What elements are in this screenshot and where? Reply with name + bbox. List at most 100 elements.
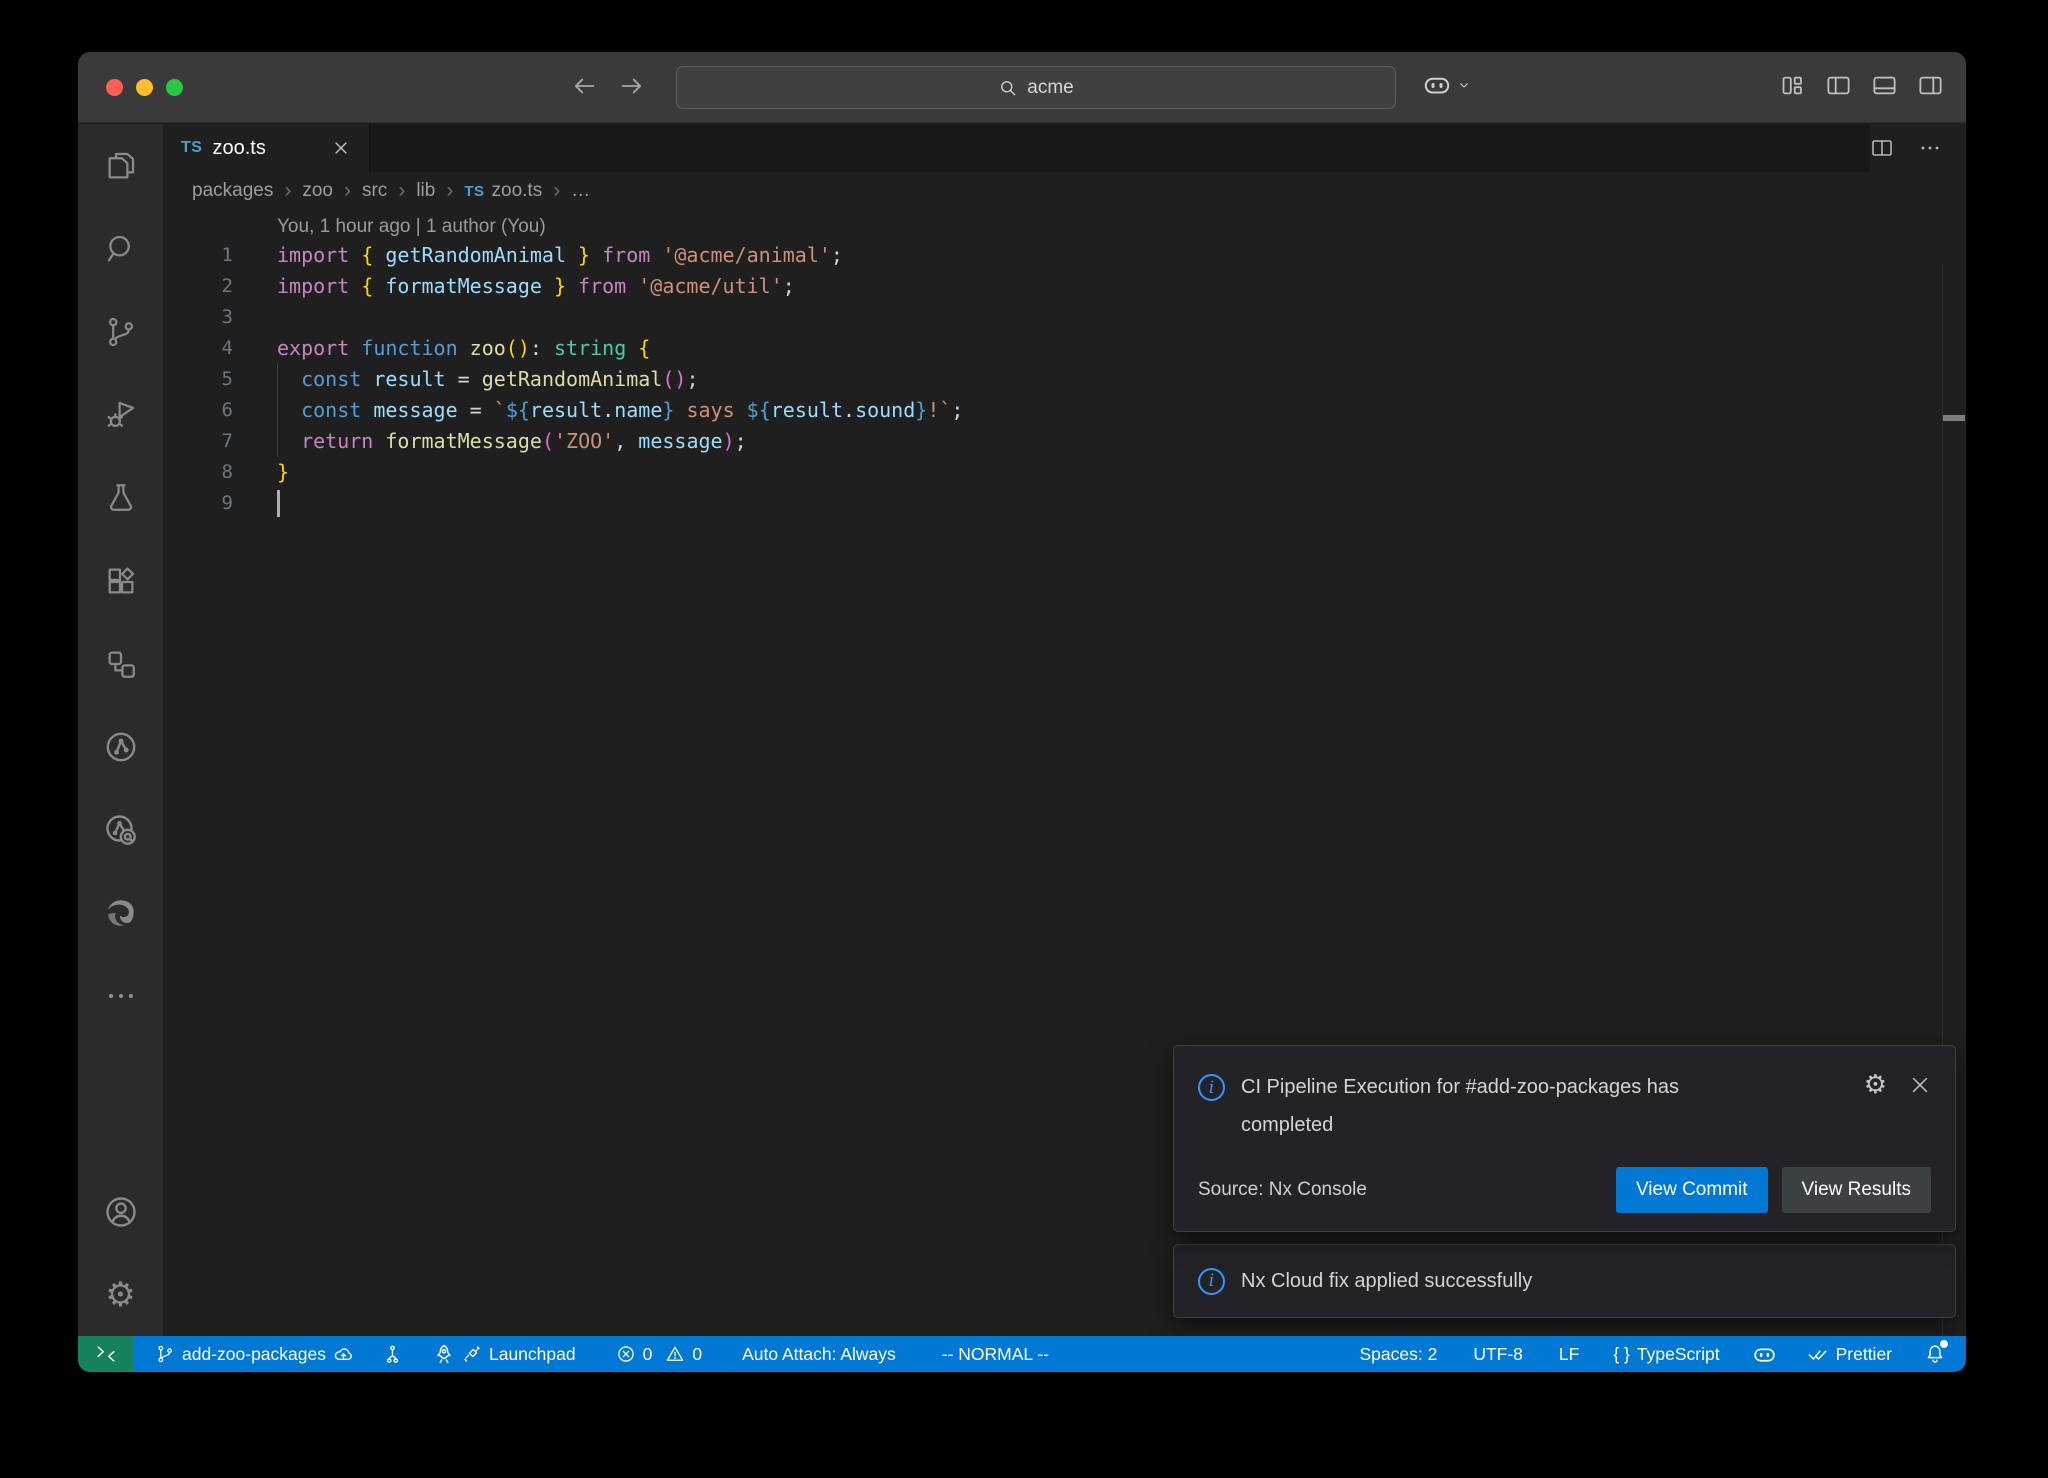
vscode-window: acme TS zoo.ts packages› zoo› src› lib›	[78, 52, 1966, 1372]
breadcrumb-item-symbol[interactable]: …	[571, 180, 590, 202]
view-results-button[interactable]: View Results	[1782, 1167, 1931, 1213]
breadcrumb-item-file[interactable]: zoo.ts	[492, 180, 543, 202]
split-editor-icon[interactable]	[1870, 136, 1894, 160]
problems-status[interactable]: 0 0	[616, 1344, 702, 1365]
eol-status[interactable]: LF	[1559, 1344, 1579, 1365]
breadcrumb: packages› zoo› src› lib› TS zoo.ts› …	[163, 172, 1966, 210]
back-arrow-icon[interactable]	[570, 72, 598, 100]
command-center-search[interactable]: acme	[676, 66, 1396, 109]
breadcrumb-item-src[interactable]: src	[362, 180, 387, 202]
language-mode-status[interactable]: { } TypeScript	[1613, 1344, 1719, 1365]
errors-icon	[616, 1344, 636, 1364]
copilot-menu-button[interactable]	[1422, 70, 1472, 100]
notification-center: i CI Pipeline Execution for #add-zoo-pac…	[1173, 1045, 1956, 1318]
indentation-status[interactable]: Spaces: 2	[1360, 1344, 1438, 1365]
copilot-icon	[1422, 70, 1452, 100]
line-number: 5	[163, 364, 277, 395]
double-check-icon	[1807, 1343, 1829, 1365]
code-line: 5 const result = getRandomAnimal();	[163, 364, 1966, 395]
code-line: 1import { getRandomAnimal } from '@acme/…	[163, 240, 1966, 271]
code-line: 3	[163, 302, 1966, 333]
nx-cloud-icon[interactable]	[78, 788, 163, 871]
notification-source: Source: Nx Console	[1198, 1179, 1367, 1201]
explorer-icon[interactable]	[78, 124, 163, 207]
braces-icon: { }	[1613, 1344, 1630, 1365]
nx-console-icon[interactable]	[78, 705, 163, 788]
notification-badge-dot	[1940, 1340, 1948, 1348]
warning-count: 0	[692, 1344, 702, 1365]
account-icon[interactable]	[78, 1170, 163, 1253]
customize-layout-icon[interactable]	[1779, 72, 1806, 99]
git-branch-status[interactable]: add-zoo-packages	[155, 1344, 354, 1365]
code-line: 4export function zoo(): string {	[163, 333, 1966, 364]
formatter-status[interactable]: Prettier	[1807, 1343, 1892, 1365]
notifications-bell[interactable]	[1924, 1343, 1946, 1365]
code-line: 7 return formatMessage('ZOO', message);	[163, 426, 1966, 457]
source-control-icon[interactable]	[78, 290, 163, 373]
breadcrumb-item-lib[interactable]: lib	[416, 180, 435, 202]
toggle-secondary-sidebar-icon[interactable]	[1917, 72, 1944, 99]
breadcrumb-item-zoo[interactable]: zoo	[302, 180, 333, 202]
line-number: 9	[163, 488, 277, 519]
launchpad-label: Launchpad	[489, 1344, 576, 1365]
commit-graph-icon	[382, 1344, 403, 1365]
text-cursor	[277, 490, 280, 517]
forward-arrow-icon[interactable]	[618, 72, 646, 100]
info-icon: i	[1198, 1074, 1225, 1101]
info-icon: i	[1198, 1268, 1225, 1295]
error-count: 0	[643, 1344, 653, 1365]
connect-plug-icon	[462, 1344, 482, 1364]
run-debug-icon[interactable]	[78, 373, 163, 456]
typescript-file-icon: TS	[464, 183, 484, 200]
branch-name: add-zoo-packages	[182, 1344, 326, 1365]
encoding-status[interactable]: UTF-8	[1473, 1344, 1523, 1365]
indent-guide	[277, 426, 278, 457]
tab-zoo-ts[interactable]: TS zoo.ts	[163, 124, 370, 172]
minimize-window-button[interactable]	[136, 79, 153, 96]
line-number: 2	[163, 271, 277, 302]
remote-indicator[interactable]	[78, 1336, 133, 1372]
code-line: 8}	[163, 457, 1966, 488]
tab-label: zoo.ts	[212, 137, 265, 160]
tab-bar: TS zoo.ts	[163, 124, 1966, 172]
search-icon	[998, 78, 1018, 98]
notification-nx-cloud-fix: i Nx Cloud fix applied successfully	[1173, 1244, 1956, 1318]
close-tab-icon[interactable]	[331, 138, 351, 158]
line-number: 6	[163, 395, 277, 426]
edge-browser-icon[interactable]	[78, 871, 163, 954]
status-bar: add-zoo-packages Launchpad 0 0	[78, 1336, 1966, 1372]
vim-mode-status[interactable]: -- NORMAL --	[942, 1344, 1049, 1365]
search-icon[interactable]	[78, 207, 163, 290]
more-actions-icon[interactable]	[1918, 136, 1942, 160]
indent-guide	[277, 395, 278, 426]
titlebar: acme	[78, 52, 1966, 123]
notification-ci-pipeline: i CI Pipeline Execution for #add-zoo-pac…	[1173, 1045, 1956, 1232]
launchpad-status[interactable]: Launchpad	[433, 1343, 576, 1365]
typescript-file-icon: TS	[181, 139, 202, 157]
notification-settings-icon[interactable]: ⚙	[1864, 1072, 1887, 1098]
breadcrumb-item-packages[interactable]: packages	[192, 180, 273, 202]
close-window-button[interactable]	[106, 79, 123, 96]
view-commit-button[interactable]: View Commit	[1616, 1167, 1768, 1213]
more-views-icon[interactable]	[78, 954, 163, 1037]
line-number: 3	[163, 302, 277, 333]
line-number: 4	[163, 333, 277, 364]
traffic-lights	[106, 79, 183, 96]
toggle-panel-icon[interactable]	[1871, 72, 1898, 99]
nx-project-graph-icon[interactable]	[78, 622, 163, 705]
commit-graph-status[interactable]	[382, 1344, 403, 1365]
zoom-window-button[interactable]	[166, 79, 183, 96]
activity-bar: ⚙	[78, 124, 163, 1336]
code-lines: 1import { getRandomAnimal } from '@acme/…	[163, 240, 1966, 519]
settings-gear-icon[interactable]: ⚙	[78, 1253, 163, 1336]
code-line: 2import { formatMessage } from '@acme/ut…	[163, 271, 1966, 302]
testing-icon[interactable]	[78, 456, 163, 539]
code-line: 9	[163, 488, 1966, 519]
line-number: 1	[163, 240, 277, 271]
copilot-status[interactable]	[1752, 1342, 1777, 1367]
line-number: 8	[163, 457, 277, 488]
auto-attach-status[interactable]: Auto Attach: Always	[742, 1344, 896, 1365]
toggle-primary-sidebar-icon[interactable]	[1825, 72, 1852, 99]
extensions-icon[interactable]	[78, 539, 163, 622]
close-icon[interactable]	[1909, 1074, 1931, 1096]
